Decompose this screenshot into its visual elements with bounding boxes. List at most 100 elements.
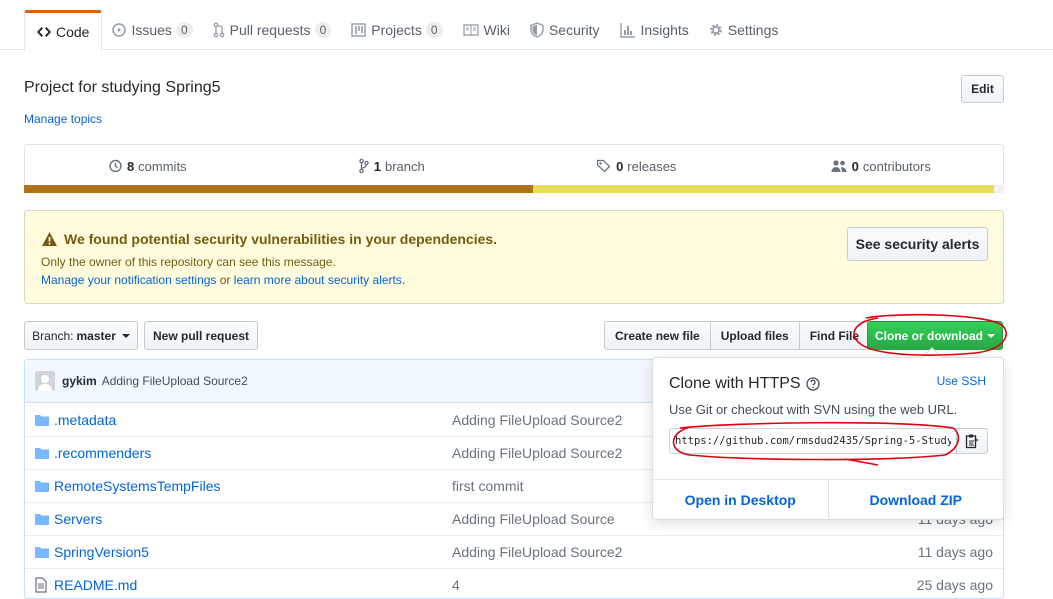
branch-icon — [358, 158, 369, 174]
clipboard-icon — [965, 433, 979, 449]
tag-icon — [596, 158, 611, 174]
clone-or-download-label: Clone or download — [875, 328, 983, 343]
alert-period: . — [401, 273, 406, 287]
issue-icon — [112, 22, 127, 38]
folder-icon — [35, 478, 49, 494]
clone-or-download-button[interactable]: Clone or download — [867, 321, 1003, 350]
tab-settings-label: Settings — [727, 22, 779, 38]
issues-counter: 0 — [175, 22, 193, 38]
contributors-label: contributors — [862, 158, 931, 174]
commits-count: 8 — [126, 158, 135, 174]
clone-title: Clone with HTTPS — [669, 375, 820, 393]
table-row: SpringVersion5 Adding FileUpload Source2 1… — [25, 535, 1003, 568]
security-alerts-help-link[interactable]: learn more about security alerts — [234, 273, 402, 287]
tab-code-label: Code — [56, 23, 90, 40]
book-icon — [462, 22, 479, 38]
tab-pull-requests-label: Pull requests — [229, 22, 311, 38]
use-ssh-link[interactable]: Use SSH — [937, 374, 986, 388]
upload-files-button[interactable]: Upload files — [709, 321, 800, 350]
tab-projects[interactable]: Projects 0 — [341, 10, 452, 50]
table-row: README.md 4 25 days ago — [25, 568, 1003, 598]
clone-description: Use Git or checkout with SVN using the w… — [669, 402, 958, 417]
commit-message[interactable]: Adding FileUpload Source2 — [102, 374, 248, 388]
tab-projects-label: Projects — [371, 22, 422, 38]
chevron-down-icon — [121, 333, 130, 338]
clone-title-text: Clone with HTTPS — [669, 375, 801, 392]
file-name-link[interactable]: .recommenders — [54, 445, 151, 461]
repo-description: Project for studying Spring5 — [24, 79, 221, 96]
language-bar-javascript — [533, 185, 994, 193]
tab-settings[interactable]: Settings — [699, 10, 789, 50]
tab-pull-requests[interactable]: Pull requests 0 — [203, 10, 342, 50]
file-commit-message[interactable]: Adding FileUpload Source2 — [452, 445, 622, 461]
security-alert: We found potential security vulnerabilit… — [24, 210, 1004, 304]
file-commit-message[interactable]: Adding FileUpload Source2 — [452, 412, 622, 428]
tab-security[interactable]: Security — [520, 10, 610, 50]
language-bar-java — [24, 185, 533, 193]
code-icon — [37, 24, 51, 40]
alert-title: We found potential security vulnerabilit… — [41, 231, 497, 247]
tab-issues[interactable]: Issues 0 — [102, 10, 202, 50]
projects-counter: 0 — [425, 22, 443, 38]
pull-request-icon — [213, 22, 225, 38]
contributors-count: 0 — [851, 158, 859, 174]
tab-wiki-label: Wiki — [483, 22, 510, 38]
copy-url-button[interactable] — [956, 428, 988, 454]
file-name-link[interactable]: README.md — [54, 577, 137, 593]
file-name-link[interactable]: .metadata — [54, 412, 116, 428]
new-pull-request-button[interactable]: New pull request — [144, 321, 258, 350]
branch-prefix: Branch: — [32, 328, 74, 343]
branch-count: 1 — [373, 158, 381, 174]
file-name-link[interactable]: Servers — [54, 511, 102, 527]
file-actions-group: Create new file Upload files Find File — [604, 321, 869, 350]
alert-links: Manage your notification settings or lea… — [41, 273, 405, 287]
tab-wiki[interactable]: Wiki — [453, 10, 520, 50]
file-age: 11 days ago — [917, 544, 993, 560]
file-icon — [35, 577, 47, 593]
manage-topics-link[interactable]: Manage topics — [24, 112, 102, 126]
gear-icon — [709, 22, 723, 38]
tab-insights[interactable]: Insights — [610, 10, 699, 50]
clone-popover: Clone with HTTPS Use SSH Use Git or chec… — [652, 357, 1004, 520]
avatar[interactable] — [35, 371, 55, 391]
clone-actions: Open in Desktop Download ZIP — [653, 479, 1003, 520]
file-name-link[interactable]: RemoteSystemsTempFiles — [54, 478, 221, 494]
folder-icon — [35, 445, 49, 461]
notification-settings-link[interactable]: Manage your notification settings — [41, 273, 216, 287]
commit-author[interactable]: gykim — [62, 374, 97, 388]
releases-label: releases — [627, 158, 677, 174]
releases-count: 0 — [616, 158, 624, 174]
question-icon[interactable] — [805, 377, 820, 391]
download-zip-button[interactable]: Download ZIP — [829, 480, 1004, 520]
branch-name: master — [76, 328, 116, 343]
folder-icon — [35, 412, 49, 428]
folder-icon — [35, 511, 49, 527]
file-commit-message[interactable]: Adding FileUpload Source2 — [452, 544, 622, 560]
file-commit-message[interactable]: 4 — [452, 577, 460, 593]
project-icon — [351, 22, 366, 38]
alert-title-text: We found potential security vulnerabilit… — [64, 231, 498, 247]
language-bar[interactable] — [24, 185, 1004, 193]
chevron-down-icon — [987, 333, 995, 338]
tab-issues-label: Issues — [131, 22, 172, 38]
find-file-button[interactable]: Find File — [798, 321, 869, 350]
open-in-desktop-button[interactable]: Open in Desktop — [653, 480, 829, 520]
commits-label: commits — [138, 158, 187, 174]
branch-select-button[interactable]: Branch: master — [24, 321, 138, 350]
tab-code[interactable]: Code — [24, 10, 103, 51]
edit-description-button[interactable]: Edit — [961, 75, 1004, 103]
file-commit-message[interactable]: first commit — [452, 478, 524, 494]
create-new-file-button[interactable]: Create new file — [604, 321, 711, 350]
people-icon — [831, 158, 847, 174]
branch-label: branch — [384, 158, 425, 174]
graph-icon — [619, 22, 636, 38]
folder-icon — [35, 544, 49, 560]
clone-url-input[interactable] — [669, 428, 957, 454]
file-name-link[interactable]: SpringVersion5 — [54, 544, 149, 560]
language-bar-other — [994, 185, 1004, 193]
tab-security-label: Security — [548, 22, 600, 38]
pull-requests-counter: 0 — [314, 22, 332, 38]
see-security-alerts-button[interactable]: See security alerts — [847, 227, 988, 261]
file-commit-message[interactable]: Adding FileUpload Source — [452, 511, 615, 527]
shield-icon — [530, 22, 544, 38]
